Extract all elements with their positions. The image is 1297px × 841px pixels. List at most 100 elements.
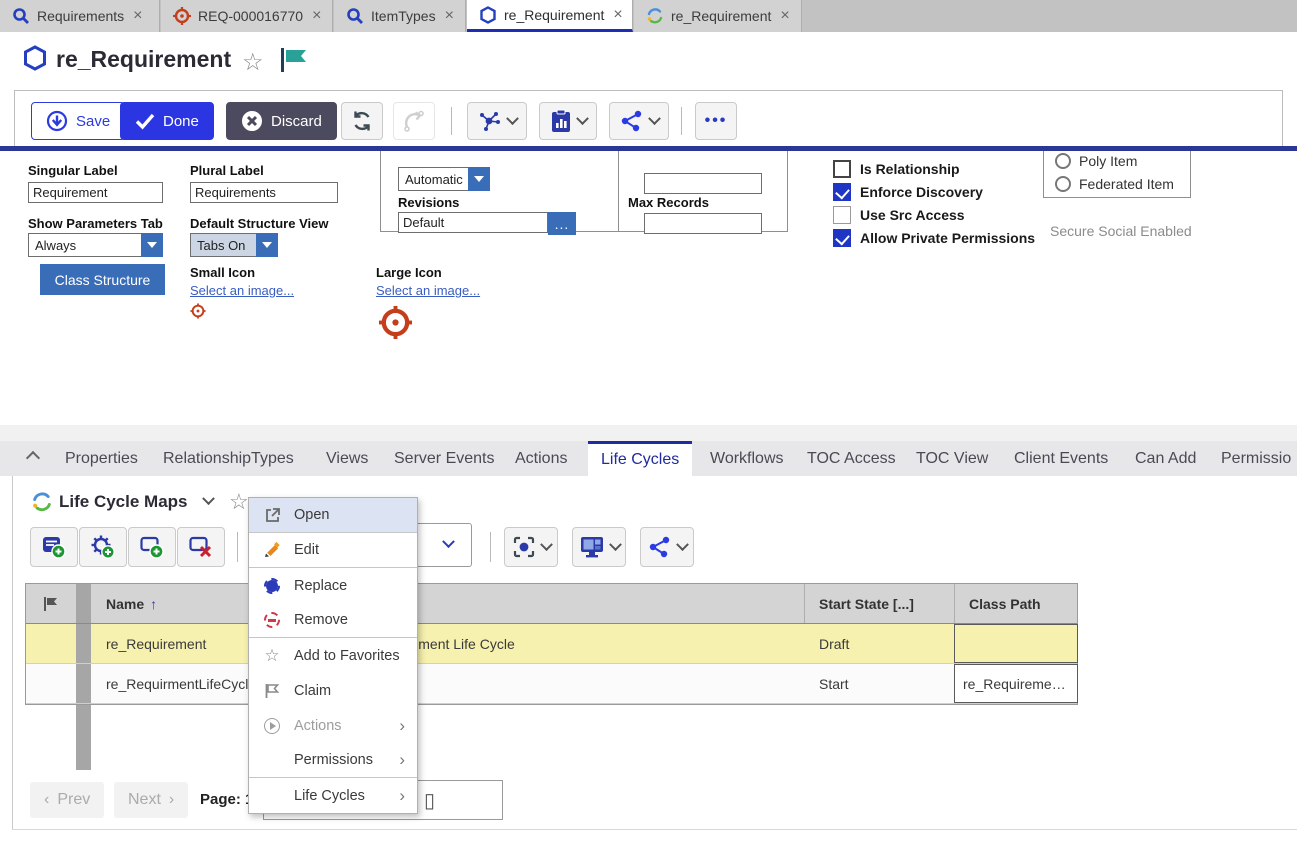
menu-item-actions[interactable]: Actions › [249,708,417,743]
toolbar-divider [681,107,682,135]
use-src-access-checkbox[interactable] [833,206,851,224]
revisions-input[interactable] [398,212,548,233]
menu-item-replace[interactable]: Replace [249,568,417,603]
prev-label: Prev [57,791,90,809]
versioning-select[interactable]: Automatic [398,167,490,191]
chevron-down-icon[interactable] [202,492,215,505]
relationship-tab-strip: Properties RelationshipTypes Views Serve… [0,441,1297,476]
tab-re-requirement-lifecycle[interactable]: re_Requirement × [634,0,802,32]
max-records-input[interactable] [644,213,762,234]
allow-private-permissions-checkbox[interactable] [833,229,851,247]
close-icon[interactable]: × [310,7,323,25]
enforce-discovery-checkbox[interactable] [833,183,851,201]
max-records-label: Max Records [628,195,709,210]
title-bar: re_Requirement ☆ [0,32,1297,88]
table-row[interactable]: re_RequirmentLifeCycle2 Start re_Require… [26,664,1077,704]
show-parameters-select[interactable]: Always [28,233,163,257]
is-relationship-checkbox[interactable] [833,160,851,178]
tab-permissions[interactable]: Permissio [1208,441,1297,476]
table-row[interactable]: re_Requirement re_Requirement Life Cycle… [26,624,1077,664]
tab-actions[interactable]: Actions [502,441,580,476]
favorite-star-icon[interactable]: ☆ [242,48,264,77]
reports-dropdown-button[interactable] [539,102,597,140]
singular-label-input[interactable] [28,182,163,203]
new-item-button[interactable] [30,527,78,567]
dropdown-arrow-icon[interactable] [256,233,278,257]
tab-re-requirement-active[interactable]: re_Requirement × [467,0,633,32]
done-button[interactable]: Done [120,102,214,140]
prev-page-button[interactable]: ‹ Prev [30,782,104,818]
dropdown-arrow-icon[interactable] [468,167,490,191]
discard-button[interactable]: Discard [226,102,337,140]
flag-column-header[interactable] [26,584,76,623]
class-structure-button[interactable]: Class Structure [40,264,165,295]
class-path-cell[interactable] [954,624,1078,663]
menu-item-edit[interactable]: Edit [249,533,417,568]
tab-workflows[interactable]: Workflows [697,441,797,476]
pencil-icon [263,541,281,559]
add-existing-button[interactable] [128,527,176,567]
row-handle[interactable] [76,664,91,703]
small-icon-select-link[interactable]: Select an image... [190,283,294,298]
close-icon[interactable]: × [778,7,791,25]
dropdown-arrow-icon[interactable] [141,233,163,257]
tab-toc-access[interactable]: TOC Access [794,441,909,476]
more-actions-button[interactable]: ••• [695,102,737,140]
menu-item-claim[interactable]: Claim [249,673,417,708]
tab-relationshiptypes[interactable]: RelationshipTypes [150,441,307,476]
checkbox-row: Allow Private Permissions [833,229,1035,247]
next-page-button[interactable]: Next › [114,782,188,818]
close-icon[interactable]: × [443,7,456,25]
promote-button-disabled[interactable] [393,102,435,140]
menu-item-open[interactable]: Open [249,498,417,533]
tab-life-cycles[interactable]: Life Cycles [588,441,692,476]
tab-server-events[interactable]: Server Events [381,441,507,476]
plural-label-input[interactable] [190,182,338,203]
large-icon-select-link[interactable]: Select an image... [376,283,480,298]
start-state-column-header[interactable]: Start State [...] [804,584,954,623]
structure-dropdown-button[interactable] [467,102,527,140]
default-structure-label: Default Structure View [190,216,328,231]
save-button[interactable]: Save [31,102,125,140]
menu-label: Permissions [294,752,373,768]
menu-item-remove[interactable]: Remove [249,603,417,638]
revisions-browse-button[interactable]: ... [548,212,576,235]
favorite-star-icon[interactable]: ☆ [229,489,249,515]
menu-item-permissions[interactable]: Permissions › [249,743,417,778]
menu-item-add-to-favorites[interactable]: ☆ Add to Favorites [249,638,417,673]
menu-item-life-cycles[interactable]: Life Cycles › [249,778,417,813]
flag-icon[interactable] [280,48,308,72]
tab-req-000016770[interactable]: REQ-000016770 × [161,0,333,32]
done-label: Done [163,113,199,130]
chevron-down-icon [676,538,689,551]
tab-itemtypes[interactable]: ItemTypes × [334,0,466,32]
tab-client-events[interactable]: Client Events [1001,441,1121,476]
plural-label: Plural Label [190,163,264,178]
tab-requirements[interactable]: Requirements × [0,0,160,32]
refresh-button[interactable] [341,102,383,140]
tab-toc-view[interactable]: TOC View [903,441,1001,476]
tab-properties[interactable]: Properties [52,441,151,476]
tab-views[interactable]: Views [313,441,381,476]
remove-related-button[interactable] [177,527,225,567]
toolbar-divider [490,532,491,562]
row-handle[interactable] [76,624,91,663]
class-path-column-header[interactable]: Class Path [954,584,1078,623]
layout-dropdown-button[interactable] [572,527,626,567]
collapse-icon[interactable] [26,451,40,465]
tab-can-add[interactable]: Can Add [1122,441,1209,476]
poly-item-radio[interactable] [1055,153,1071,169]
federated-item-radio[interactable] [1055,176,1071,192]
focus-dropdown-button[interactable] [504,527,558,567]
new-related-gear-button[interactable] [79,527,127,567]
share-dropdown-button[interactable] [640,527,694,567]
unnamed-input[interactable] [644,173,762,194]
search-icon [346,7,364,25]
share-dropdown-button[interactable] [609,102,669,140]
default-structure-select[interactable]: Tabs On [190,233,278,257]
menu-label: Remove [294,612,348,628]
class-path-cell[interactable]: re_Requireme… [954,664,1078,703]
claim-flag-icon [264,683,280,699]
close-icon[interactable]: × [131,7,144,25]
close-icon[interactable]: × [611,6,624,24]
